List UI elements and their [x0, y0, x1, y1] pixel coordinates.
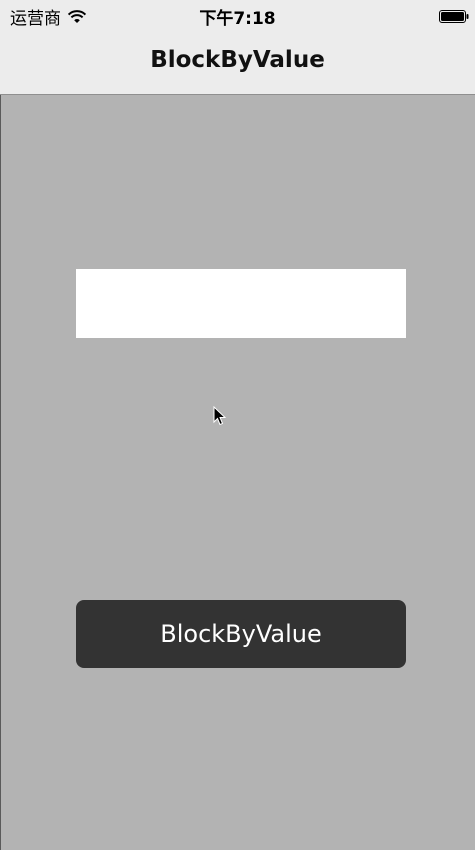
left-edge-divider [0, 95, 1, 850]
battery-icon [439, 8, 469, 23]
navigation-bar: BlockByValue [0, 30, 475, 95]
status-time: 下午7:18 [199, 9, 276, 29]
app-screen: 运营商 下午7:18 BlockByValue BlockByValue [0, 0, 475, 850]
text-input-field[interactable] [76, 269, 406, 338]
mouse-pointer-icon [213, 405, 227, 426]
block-by-value-button[interactable]: BlockByValue [76, 600, 406, 668]
status-bar: 运营商 下午7:18 [0, 0, 475, 30]
nav-title: BlockByValue [150, 47, 325, 73]
